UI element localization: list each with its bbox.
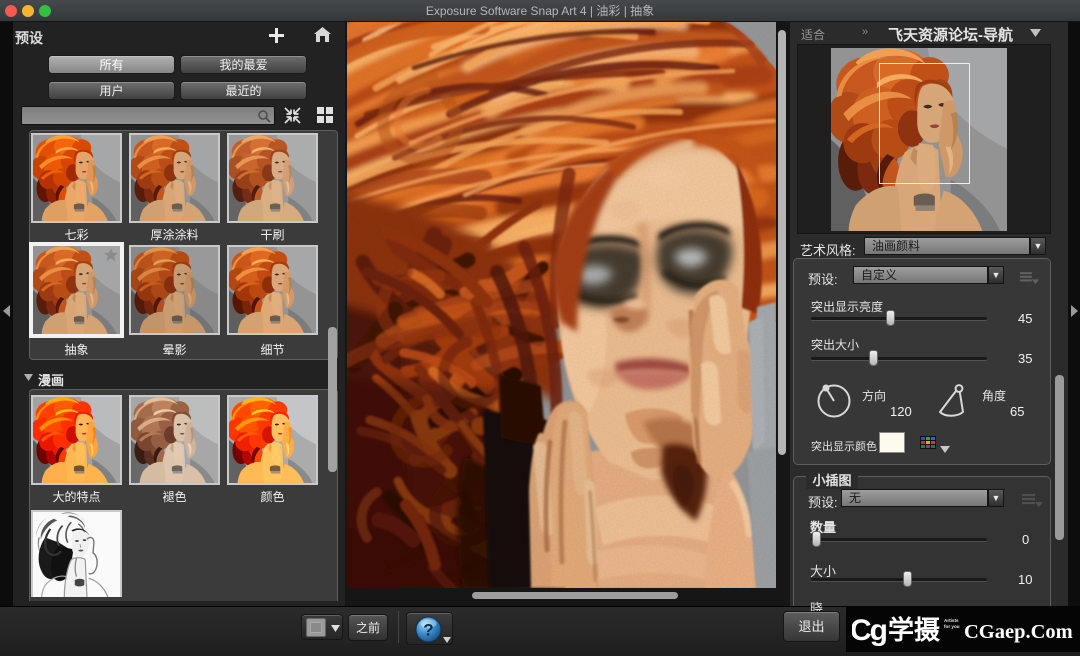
svg-text:Cg: Cg: [852, 614, 887, 646]
svg-text:学摄: 学摄: [888, 615, 941, 645]
svg-text:Artists: Artists: [944, 618, 959, 623]
svg-text:for you: for you: [944, 624, 960, 629]
svg-text:?: ?: [423, 621, 433, 640]
svg-text:CGaep.Com: CGaep.Com: [964, 621, 1073, 643]
